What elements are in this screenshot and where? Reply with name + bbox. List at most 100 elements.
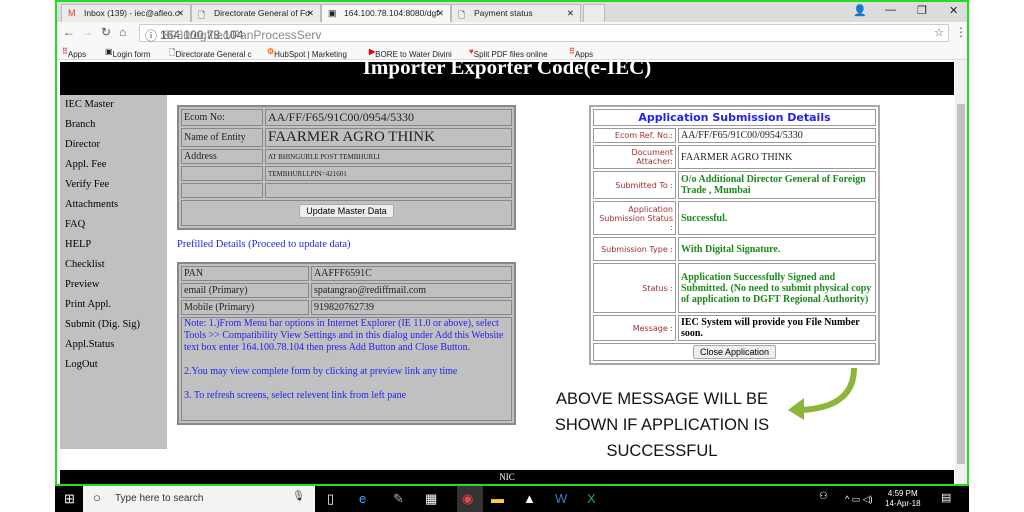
prefilled-details-table: PAN AAFFF6591C email (Primary) spatangrao@… xyxy=(177,262,516,425)
submission-row: Document Attacher: FAARMER AGRO THINK xyxy=(593,145,876,169)
bookmark-youtube[interactable]: ▶ BORE to Water Divini xyxy=(369,47,452,59)
scrollbar[interactable] xyxy=(955,60,967,484)
row-value: IEC System will provide you File Number … xyxy=(678,315,876,341)
sidebar-item-checklist[interactable]: Checklist xyxy=(65,259,167,279)
image-icon: ▣ xyxy=(328,8,337,18)
submission-title: Application Submission Details xyxy=(593,109,876,126)
master-data-table: Ecom No: AA/FF/F65/91C00/0954/5330 Name o… xyxy=(177,105,516,230)
row-label: Document Attacher: xyxy=(593,145,676,169)
sidebar-item-submit-dig-sig[interactable]: Submit (Dig. Sig) xyxy=(65,319,167,339)
sidebar-item-director[interactable]: Director xyxy=(65,139,167,159)
toolbar: ← → ↻ ⌂ ⓘ 164.100.78.104:8080/dgftiec/Pan… xyxy=(57,22,967,44)
bookmark-splitpdf[interactable]: ♥ Split PDF files online xyxy=(469,47,548,59)
sidebar-item-attachments[interactable]: Attachments xyxy=(65,199,167,219)
submission-row: Ecom Ref. No.: AA/FF/F65/91C00/0954/5330 xyxy=(593,128,876,143)
word-icon[interactable]: W xyxy=(555,491,567,506)
task-view-icon[interactable]: ▯ xyxy=(327,491,334,507)
clock[interactable]: 4:59 PM 14-Apr-18 xyxy=(885,489,921,509)
close-icon[interactable]: ✕ xyxy=(177,8,184,19)
sidebar-item-help[interactable]: HELP xyxy=(65,239,167,259)
tray-icons[interactable]: ^ ▭ ◁) xyxy=(845,494,873,505)
update-master-data-button[interactable]: Update Master Data xyxy=(299,204,394,218)
row-label: Ecom Ref. No.: xyxy=(593,128,676,143)
gmail-icon: M xyxy=(68,8,76,18)
app-icon[interactable]: ✎ xyxy=(393,491,404,507)
bookmark-hubspot[interactable]: ⚙ HubSpot | Marketing xyxy=(267,47,347,59)
minimize-icon[interactable]: — xyxy=(885,4,896,16)
chrome-icon[interactable]: ◉ xyxy=(457,486,483,512)
sidebar-item-preview[interactable]: Preview xyxy=(65,279,167,299)
page-icon: 🗋 xyxy=(458,10,466,20)
row-value: With Digital Signature. xyxy=(678,237,876,261)
info-icon: ⓘ xyxy=(145,29,158,43)
tab-strip: M Inbox (139) - iec@afleo.c ✕ 🗋 Directorate… xyxy=(57,2,967,22)
row-label: Submitted To : xyxy=(593,171,676,199)
sidebar-item-verify-fee[interactable]: Verify Fee xyxy=(65,179,167,199)
submission-row: Status : Application Successfully Signed … xyxy=(593,263,876,313)
taskbar-search[interactable]: ○ Type here to search 🎙 xyxy=(83,486,315,512)
submission-details-table: Application Submission Details Ecom Ref.… xyxy=(589,105,880,365)
row-value: Successful. xyxy=(678,201,876,235)
bookmark-dgft[interactable]: 🗋 Directorate General c xyxy=(169,47,251,61)
close-application-button[interactable]: Close Application xyxy=(692,345,777,359)
tab-active[interactable]: ▣ 164.100.78.104:8080/dgf ✕ xyxy=(321,4,451,22)
sidebar-item-logout[interactable]: LogOut xyxy=(65,359,167,379)
web-page: Importer Exporter Code(e-IEC) IEC Master… xyxy=(57,60,957,484)
microphone-icon[interactable]: 🎙 xyxy=(292,491,305,502)
menu-icon[interactable]: ⋮ xyxy=(955,25,967,39)
row-label: Application Submission Status : xyxy=(593,201,676,235)
star-icon[interactable]: ☆ xyxy=(934,26,944,39)
annotation-text: ABOVE MESSAGE WILL BE SHOWN IF APPLICATI… xyxy=(554,390,770,460)
close-icon[interactable]: ✕ xyxy=(567,8,574,19)
new-tab-button[interactable] xyxy=(583,4,605,22)
curved-arrow-icon xyxy=(788,367,857,420)
ie-icon[interactable]: e xyxy=(359,491,366,506)
address-bar[interactable]: ⓘ 164.100.78.104:8080/dgftiec/PanProcessS… xyxy=(139,24,949,43)
sidebar-item-iec-master[interactable]: IEC Master xyxy=(65,99,167,119)
page-footer: NIC xyxy=(60,470,954,484)
row-value: AA/FF/F65/91C00/0954/5330 xyxy=(678,128,876,143)
close-window-icon[interactable]: ✕ xyxy=(949,4,958,17)
submission-row: Submitted To : O/o Additional Director Ge… xyxy=(593,171,876,199)
forward-icon[interactable]: → xyxy=(81,25,93,39)
close-icon[interactable]: ✕ xyxy=(437,8,444,19)
sidebar-item-faq[interactable]: FAQ xyxy=(65,219,167,239)
sidebar-item-appl-fee[interactable]: Appl. Fee xyxy=(65,159,167,179)
bookmark-login[interactable]: ▣ Login form xyxy=(105,47,150,59)
page-icon: 🗋 xyxy=(198,10,206,20)
bookmark-apps[interactable]: ⠿ Apps xyxy=(62,47,86,59)
sidebar-item-branch[interactable]: Branch xyxy=(65,119,167,139)
excel-icon[interactable]: X xyxy=(587,491,596,506)
close-icon[interactable]: ✕ xyxy=(307,8,314,19)
calculator-icon[interactable]: ▦ xyxy=(425,491,437,507)
notifications-icon[interactable]: ▤ xyxy=(941,491,951,504)
back-icon[interactable]: ← xyxy=(63,25,75,39)
home-icon[interactable]: ⌂ xyxy=(119,25,126,39)
reload-icon[interactable]: ↻ xyxy=(101,25,111,39)
row-label: Message : xyxy=(593,315,676,341)
submission-row: Submission Type : With Digital Signature. xyxy=(593,237,876,261)
sidebar-item-appl-status[interactable]: Appl.Status xyxy=(65,339,167,359)
sidebar-item-print-appl[interactable]: Print Appl. xyxy=(65,299,167,319)
bookmark-apps-2[interactable]: ⠿ Apps xyxy=(569,47,593,59)
people-icon[interactable]: ⚇ xyxy=(819,491,828,502)
scrollbar-thumb[interactable] xyxy=(957,104,965,464)
photos-icon[interactable]: ▲ xyxy=(523,491,536,506)
page-header: Importer Exporter Code(e-IEC) xyxy=(60,62,954,95)
cortana-icon: ○ xyxy=(93,490,101,505)
note-text: Note: 1.)From Menu bar options in Intern… xyxy=(181,317,512,421)
file-explorer-icon[interactable]: ▬ xyxy=(491,491,504,506)
browser-window: M Inbox (139) - iec@afleo.c ✕ 🗋 Directorate… xyxy=(55,0,969,486)
tab-payment[interactable]: 🗋 Payment status ✕ xyxy=(451,4,581,22)
windows-start-icon[interactable]: ⊞ xyxy=(64,491,75,507)
prefilled-details-link[interactable]: Prefilled Details (Proceed to update dat… xyxy=(177,239,350,250)
sidebar: IEC Master Branch Director Appl. Fee Verify … xyxy=(60,95,167,449)
tab-gmail[interactable]: M Inbox (139) - iec@afleo.c ✕ xyxy=(61,4,191,22)
tab-dgft[interactable]: 🗋 Directorate General of Fo ✕ xyxy=(191,4,321,22)
taskbar: ⊞ ○ Type here to search 🎙 ▯ e ✎ ▦ ◉ ▬ ▲ W … xyxy=(55,486,969,512)
bookmarks-bar: ⠿ Apps ▣ Login form 🗋 Directorate Genera… xyxy=(57,44,967,60)
row-value: Application Successfully Signed and Subm… xyxy=(678,263,876,313)
profile-icon[interactable]: 👤 xyxy=(853,4,867,17)
submission-row: Application Submission Status : Successfu… xyxy=(593,201,876,235)
restore-icon[interactable]: ❐ xyxy=(917,4,927,17)
